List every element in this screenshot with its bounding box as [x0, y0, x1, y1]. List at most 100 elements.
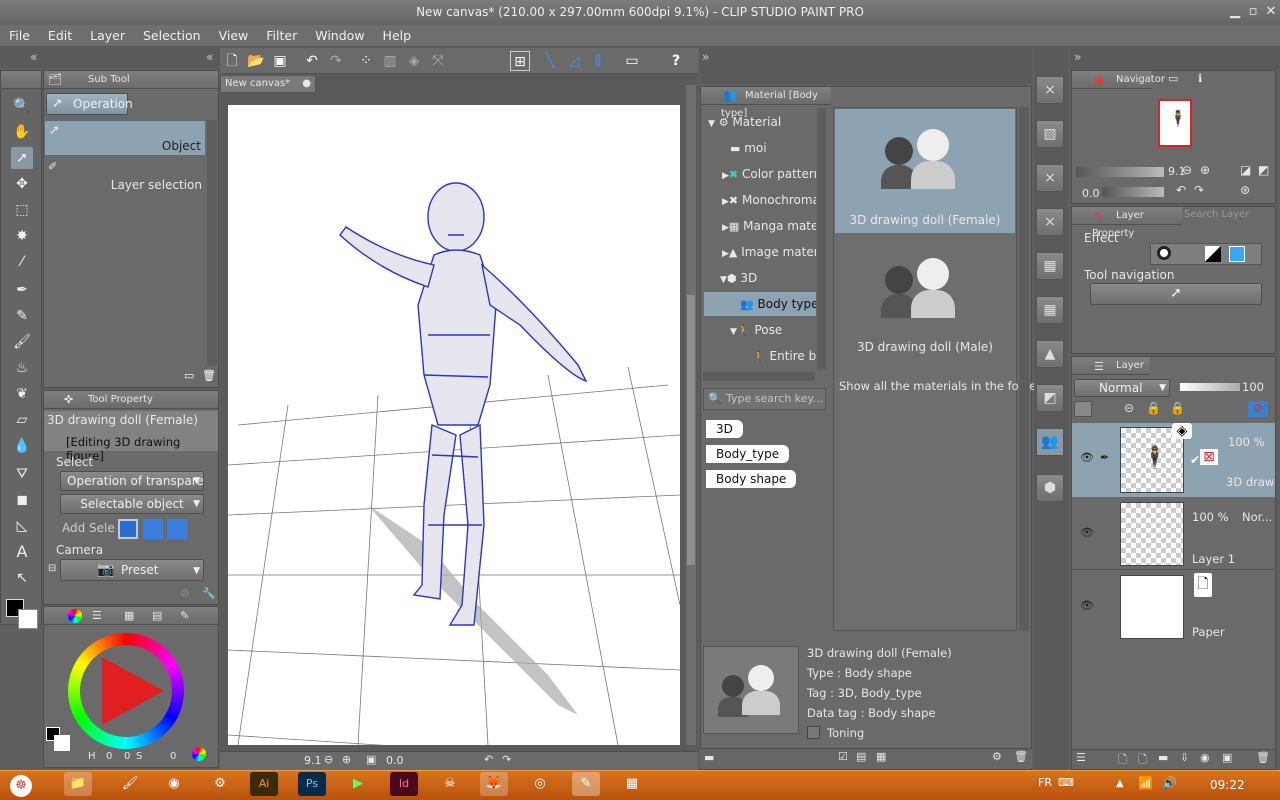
- rotate-slider[interactable]: [1102, 187, 1164, 197]
- camera-preset-dropdown[interactable]: 📷 Preset ▼: [60, 559, 204, 581]
- opacity-slider[interactable]: [1180, 383, 1240, 391]
- strip-material-button-5[interactable]: ▦: [1036, 252, 1064, 280]
- fill-tool-icon[interactable]: ⛛: [11, 463, 33, 485]
- redo-icon[interactable]: ↷: [326, 51, 346, 71]
- strip-material-button-6[interactable]: ▦: [1036, 296, 1064, 324]
- strip-material-button-9[interactable]: 👥: [1036, 428, 1064, 456]
- close-tab-icon[interactable]: ●: [302, 76, 311, 92]
- zoom-out-icon[interactable]: ⊖: [324, 753, 333, 766]
- subview-tab-icon[interactable]: ▭: [1168, 72, 1178, 85]
- tag-3d[interactable]: 3D: [706, 420, 743, 438]
- tree-scrollbar[interactable]: [817, 108, 826, 370]
- ubuntu-start-icon[interactable]: ☸: [10, 775, 32, 797]
- delete-subtool-icon[interactable]: 🗑: [202, 369, 216, 382]
- strip-material-button-10[interactable]: ⬢: [1036, 474, 1064, 502]
- minimize-button[interactable]: ▁: [1226, 4, 1244, 20]
- language-indicator[interactable]: FR: [1038, 776, 1052, 789]
- border-effect-icon[interactable]: [1157, 246, 1171, 260]
- merge-down-icon[interactable]: ⇩: [1180, 751, 1189, 764]
- game-icon[interactable]: ☠: [436, 772, 464, 796]
- volume-icon[interactable]: 🔊: [1162, 776, 1177, 790]
- subtool-object[interactable]: ➚ Object: [44, 120, 206, 156]
- mask-icon[interactable]: ⊝: [1124, 401, 1134, 415]
- canvas-tab[interactable]: New canvas* ●: [220, 75, 316, 93]
- tone-effect-icon[interactable]: [1181, 246, 1197, 262]
- strip-material-button-7[interactable]: ▲: [1036, 340, 1064, 368]
- settings-icon[interactable]: ⚙: [992, 750, 1002, 763]
- new-folder-icon[interactable]: ▬: [704, 751, 714, 764]
- thumbnail-view-icon[interactable]: ▦: [876, 750, 886, 763]
- airbrush-tool-icon[interactable]: ♨: [11, 357, 33, 379]
- add-selection-mode-3[interactable]: [167, 519, 187, 539]
- visibility-eye-icon[interactable]: 👁: [1080, 526, 1094, 539]
- figure-tool-icon[interactable]: ◺: [11, 515, 33, 537]
- tree-horizontal-scrollbar[interactable]: [703, 372, 815, 381]
- zoom-tool-icon[interactable]: 🔍: [11, 95, 33, 117]
- layer-menu-icon[interactable]: ☰: [1076, 751, 1086, 764]
- reset-rotation-icon[interactable]: ⊛: [1240, 183, 1250, 197]
- sub-color-swatch[interactable]: [18, 609, 38, 629]
- add-selection-mode-2[interactable]: [143, 519, 163, 539]
- menu-selection[interactable]: Selection: [134, 25, 210, 47]
- select-all-icon[interactable]: ⊞: [510, 51, 530, 71]
- layer-row-layer1[interactable]: 👁 100 % Nor... Layer 1: [1072, 498, 1275, 570]
- rotate-right-icon[interactable]: ↷: [502, 753, 511, 766]
- add-selection-mode-1[interactable]: [118, 519, 138, 539]
- scale-icon[interactable]: ⤧: [428, 51, 448, 71]
- tree-image-material[interactable]: ▶▲ Image material: [704, 240, 816, 264]
- snap-special-ruler-icon[interactable]: ◿: [564, 51, 584, 71]
- new-folder-icon[interactable]: ▬: [1158, 751, 1168, 764]
- layer-color-swatch[interactable]: [1074, 401, 1092, 417]
- delete-icon[interactable]: 🗑: [1014, 750, 1028, 763]
- color-set-tab-icon[interactable]: ▦: [124, 607, 134, 625]
- indesign-icon[interactable]: Id: [390, 772, 418, 796]
- menu-edit[interactable]: Edit: [39, 25, 81, 47]
- layer-color-effect-icon[interactable]: [1205, 246, 1221, 262]
- new-subtool-icon[interactable]: ▭: [184, 369, 194, 382]
- tree-body-type[interactable]: 👥 Body type: [704, 292, 816, 316]
- visibility-eye-icon[interactable]: 👁: [1080, 451, 1094, 464]
- subtool-layer-selection[interactable]: ✐ Layer selection: [44, 158, 206, 194]
- collapse-minus-icon[interactable]: ⊟: [48, 563, 56, 574]
- layer-property-tab[interactable]: ✎ Layer Property: [1072, 207, 1182, 239]
- drawing-canvas[interactable]: [227, 105, 681, 766]
- material-item-female[interactable]: 3D drawing doll (Female): [835, 109, 1015, 233]
- chrome-icon[interactable]: ◎: [526, 772, 554, 796]
- keyboard-icon[interactable]: ⌨: [1058, 776, 1074, 789]
- tree-manga-material[interactable]: ▶▦ Manga material: [704, 214, 816, 238]
- decoration-tool-icon[interactable]: ❦: [11, 383, 33, 405]
- layer-mask-icon[interactable]: ◉: [1200, 751, 1210, 764]
- window-mode-icon[interactable]: ▭: [622, 51, 642, 71]
- tag-body-shape[interactable]: Body shape: [706, 470, 797, 488]
- tree-3d[interactable]: ▼⬢ 3D: [704, 266, 816, 290]
- layer-row-paper[interactable]: 👁 🗋 Paper: [1072, 571, 1275, 643]
- correct-line-tool-icon[interactable]: ↖: [11, 567, 33, 589]
- clock[interactable]: 09:22: [1210, 778, 1245, 792]
- clip-studio-icon[interactable]: ✎: [572, 772, 600, 796]
- tree-material[interactable]: ▼ ⚙ Material: [704, 110, 816, 134]
- expand-icon[interactable]: »: [702, 50, 709, 64]
- lock-icon[interactable]: 🔒: [1170, 401, 1185, 415]
- magic-wand-icon[interactable]: ✸: [11, 225, 33, 247]
- layer-row-3d[interactable]: 👁 ✒ 🕴 ◈ ✔ ⊠ 100 % 3D draw: [1072, 423, 1275, 497]
- tree-pose[interactable]: ▼🚶 Pose: [704, 318, 816, 342]
- tree-color-pattern[interactable]: ▶✖ Color pattern: [704, 162, 816, 186]
- file-manager-icon[interactable]: 📁: [64, 772, 92, 796]
- firefox-icon[interactable]: 🦊: [480, 772, 508, 796]
- photoshop-icon[interactable]: Ps: [298, 772, 326, 796]
- tree-moi[interactable]: ▬ moi: [704, 136, 816, 160]
- menu-window[interactable]: Window: [306, 25, 373, 47]
- rotate-left-icon[interactable]: ↶: [1176, 183, 1186, 197]
- new-raster-layer-icon[interactable]: 🗋: [1118, 751, 1127, 770]
- gradient-tool-icon[interactable]: ◼: [11, 489, 33, 511]
- apply-mask-icon[interactable]: ▣: [1222, 751, 1232, 764]
- blend-mode-dropdown[interactable]: Normal ▼: [1074, 379, 1170, 397]
- zoom-in-icon[interactable]: ⊕: [1200, 163, 1210, 177]
- browser-app-icon[interactable]: ◉: [160, 772, 188, 796]
- flip-horizontal-icon[interactable]: ◪: [1240, 163, 1251, 177]
- reference-icon[interactable]: 🔒: [1146, 401, 1161, 415]
- collapse-icon[interactable]: «: [206, 50, 213, 64]
- layer-color-icon[interactable]: [1229, 246, 1245, 262]
- move-layer-tool-icon[interactable]: ✥: [11, 173, 33, 195]
- strip-material-button-1[interactable]: ⨯: [1036, 76, 1064, 104]
